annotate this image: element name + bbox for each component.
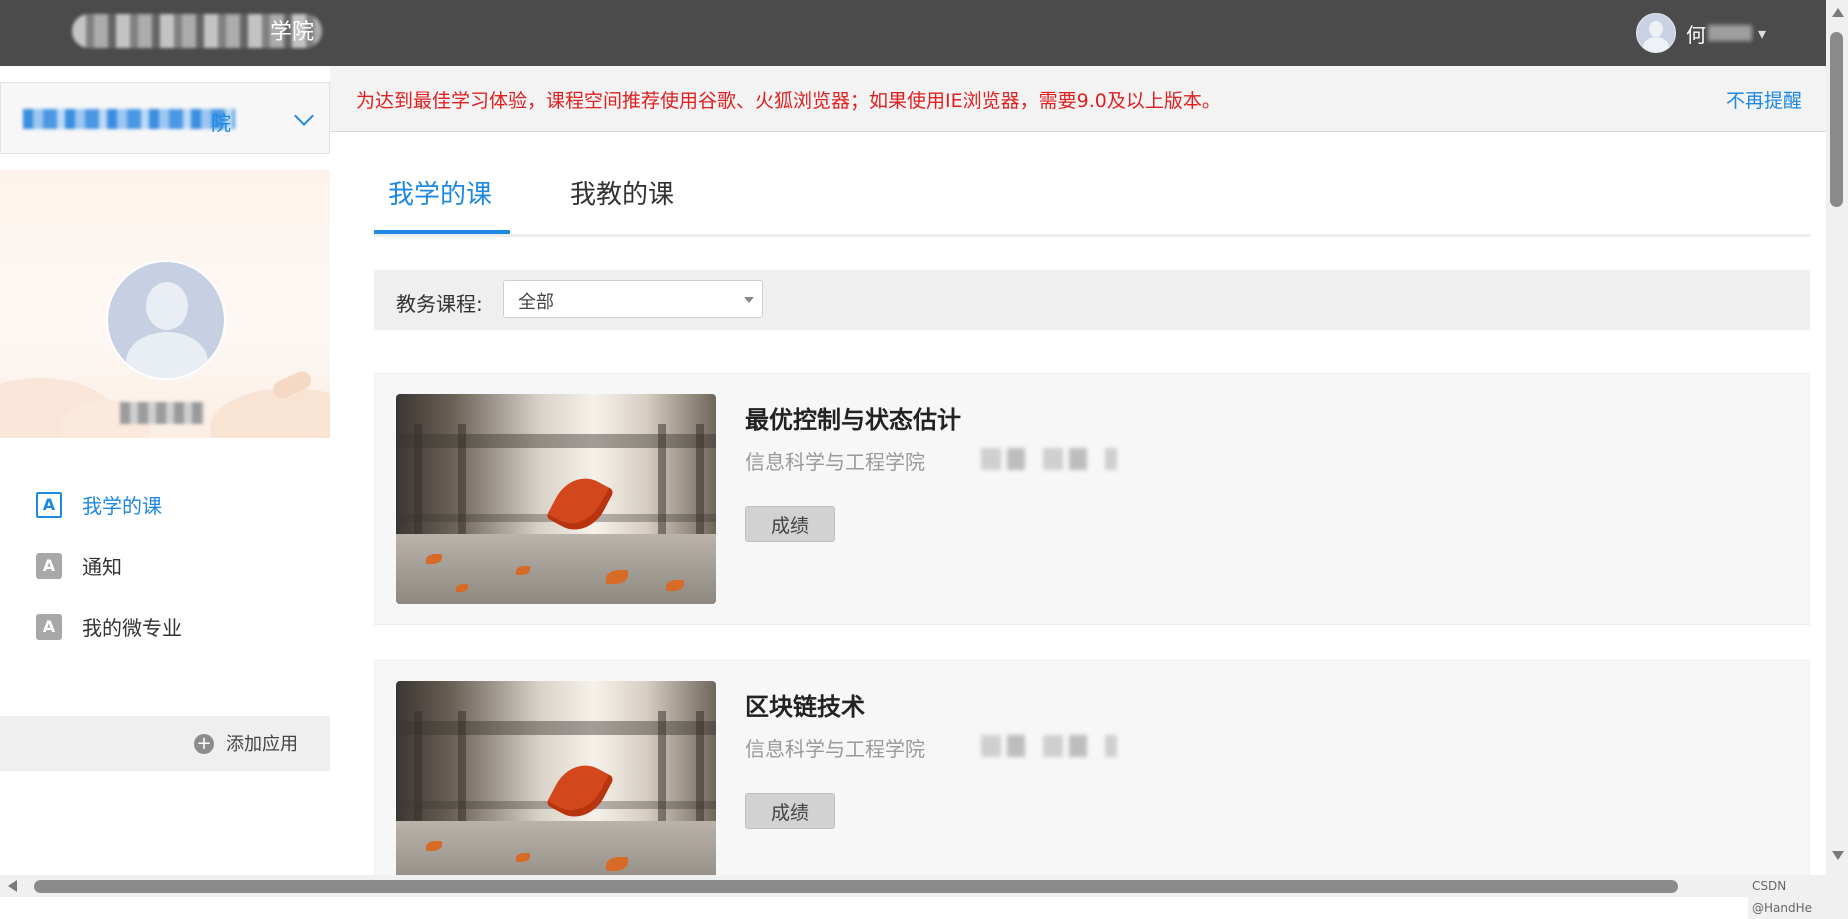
sidebar-item-label: 我学的课	[82, 494, 162, 518]
profile-avatar[interactable]	[106, 260, 226, 380]
course-title[interactable]: 最优控制与状态估计	[745, 400, 961, 435]
notification-icon: A	[36, 552, 62, 579]
user-avatar[interactable]	[1636, 13, 1676, 53]
add-app-button[interactable]: + 添加应用	[0, 716, 330, 771]
image-detail	[396, 534, 716, 604]
main-content: 我学的课 我教的课 教务课程: 全部 最优控制与状态估计 信息科学与工程学院 成…	[330, 132, 1826, 875]
image-detail	[658, 424, 666, 544]
course-tabs: 我学的课 我教的课	[374, 132, 1810, 237]
sidebar-item-micro-major[interactable]: A 我的微专业	[0, 596, 330, 657]
plus-circle-icon: +	[194, 734, 214, 754]
background-decoration	[210, 388, 330, 438]
chevron-down-icon[interactable]	[294, 106, 314, 126]
teacher-name-blurred	[981, 448, 1117, 470]
leaf-illustration	[545, 755, 615, 827]
profile-card: 设置	[0, 170, 330, 438]
horizontal-scrollbar[interactable]	[0, 875, 1848, 897]
notice-message: 为达到最佳学习体验，课程空间推荐使用谷歌、火狐浏览器；如果使用IE浏览器，需要9…	[356, 90, 1221, 112]
sidebar-item-label: 我的微专业	[82, 616, 182, 640]
school-name-tail: 院	[211, 111, 231, 135]
image-detail	[658, 711, 666, 831]
sidebar-nav: A 我学的课 A 通知 A 我的微专业	[0, 474, 330, 657]
select-value: 全部	[518, 292, 554, 313]
course-type-select[interactable]: 全部	[503, 280, 763, 318]
course-filter-bar: 教务课程: 全部	[374, 270, 1810, 330]
course-icon: A	[36, 491, 62, 518]
image-detail	[696, 424, 704, 544]
school-selector[interactable]: 院	[0, 82, 330, 154]
course-college: 信息科学与工程学院	[745, 737, 925, 761]
course-card: 区块链技术 信息科学与工程学院 成绩	[374, 660, 1810, 875]
site-logo-text: 学院	[270, 20, 315, 45]
course-cover-image[interactable]	[396, 681, 716, 875]
image-detail	[458, 424, 466, 544]
sidebar-item-my-courses[interactable]: A 我学的课	[0, 474, 330, 535]
sidebar: 院 设置 A 我学的课 A 通知 A 我的微专业 + 添加应用	[0, 66, 330, 875]
micro-major-icon: A	[36, 613, 62, 640]
course-card: 最优控制与状态估计 信息科学与工程学院 成绩	[374, 373, 1810, 625]
sidebar-item-notifications[interactable]: A 通知	[0, 535, 330, 596]
user-menu[interactable]: 何 ▾	[1636, 13, 1766, 53]
image-detail	[396, 434, 716, 448]
course-college: 信息科学与工程学院	[745, 450, 925, 474]
grades-button[interactable]: 成绩	[745, 793, 835, 829]
scroll-down-arrow-icon[interactable]	[1832, 851, 1844, 860]
image-detail	[696, 711, 704, 831]
watermark: CSDN @HandHe	[1748, 875, 1848, 919]
image-detail	[396, 821, 716, 875]
chevron-down-icon[interactable]: ▾	[1758, 24, 1766, 43]
scroll-left-arrow-icon[interactable]	[8, 880, 17, 892]
image-detail	[414, 711, 422, 831]
tab-my-teaching-courses[interactable]: 我教的课	[570, 174, 674, 211]
browser-notice-bar: 为达到最佳学习体验，课程空间推荐使用谷歌、火狐浏览器；如果使用IE浏览器，需要9…	[330, 66, 1826, 132]
top-bar: 学院 何 ▾	[0, 0, 1826, 66]
scrollbar-thumb[interactable]	[1830, 32, 1843, 207]
active-tab-indicator	[374, 230, 510, 234]
school-name-blurred	[23, 109, 235, 129]
image-detail	[414, 424, 422, 544]
teacher-name-blurred	[981, 735, 1117, 757]
sidebar-item-label: 通知	[82, 555, 122, 579]
course-cover-image[interactable]	[396, 394, 716, 604]
grades-button[interactable]: 成绩	[745, 506, 835, 542]
course-title[interactable]: 区块链技术	[745, 687, 865, 722]
vertical-scrollbar[interactable]	[1826, 0, 1848, 875]
image-detail	[396, 721, 716, 735]
scroll-up-arrow-icon[interactable]	[1832, 8, 1844, 17]
filter-label: 教务课程:	[396, 292, 483, 316]
add-app-label: 添加应用	[226, 734, 298, 755]
profile-name-blurred	[120, 402, 204, 424]
dismiss-notice-link[interactable]: 不再提醒	[1726, 86, 1802, 113]
leaf-illustration	[545, 468, 615, 540]
user-name-blurred	[1708, 25, 1752, 41]
user-name-initial: 何	[1686, 22, 1706, 47]
dropdown-caret-icon	[744, 297, 754, 303]
scrollbar-thumb[interactable]	[34, 880, 1678, 893]
image-detail	[458, 711, 466, 831]
tab-my-learning-courses[interactable]: 我学的课	[388, 174, 492, 211]
